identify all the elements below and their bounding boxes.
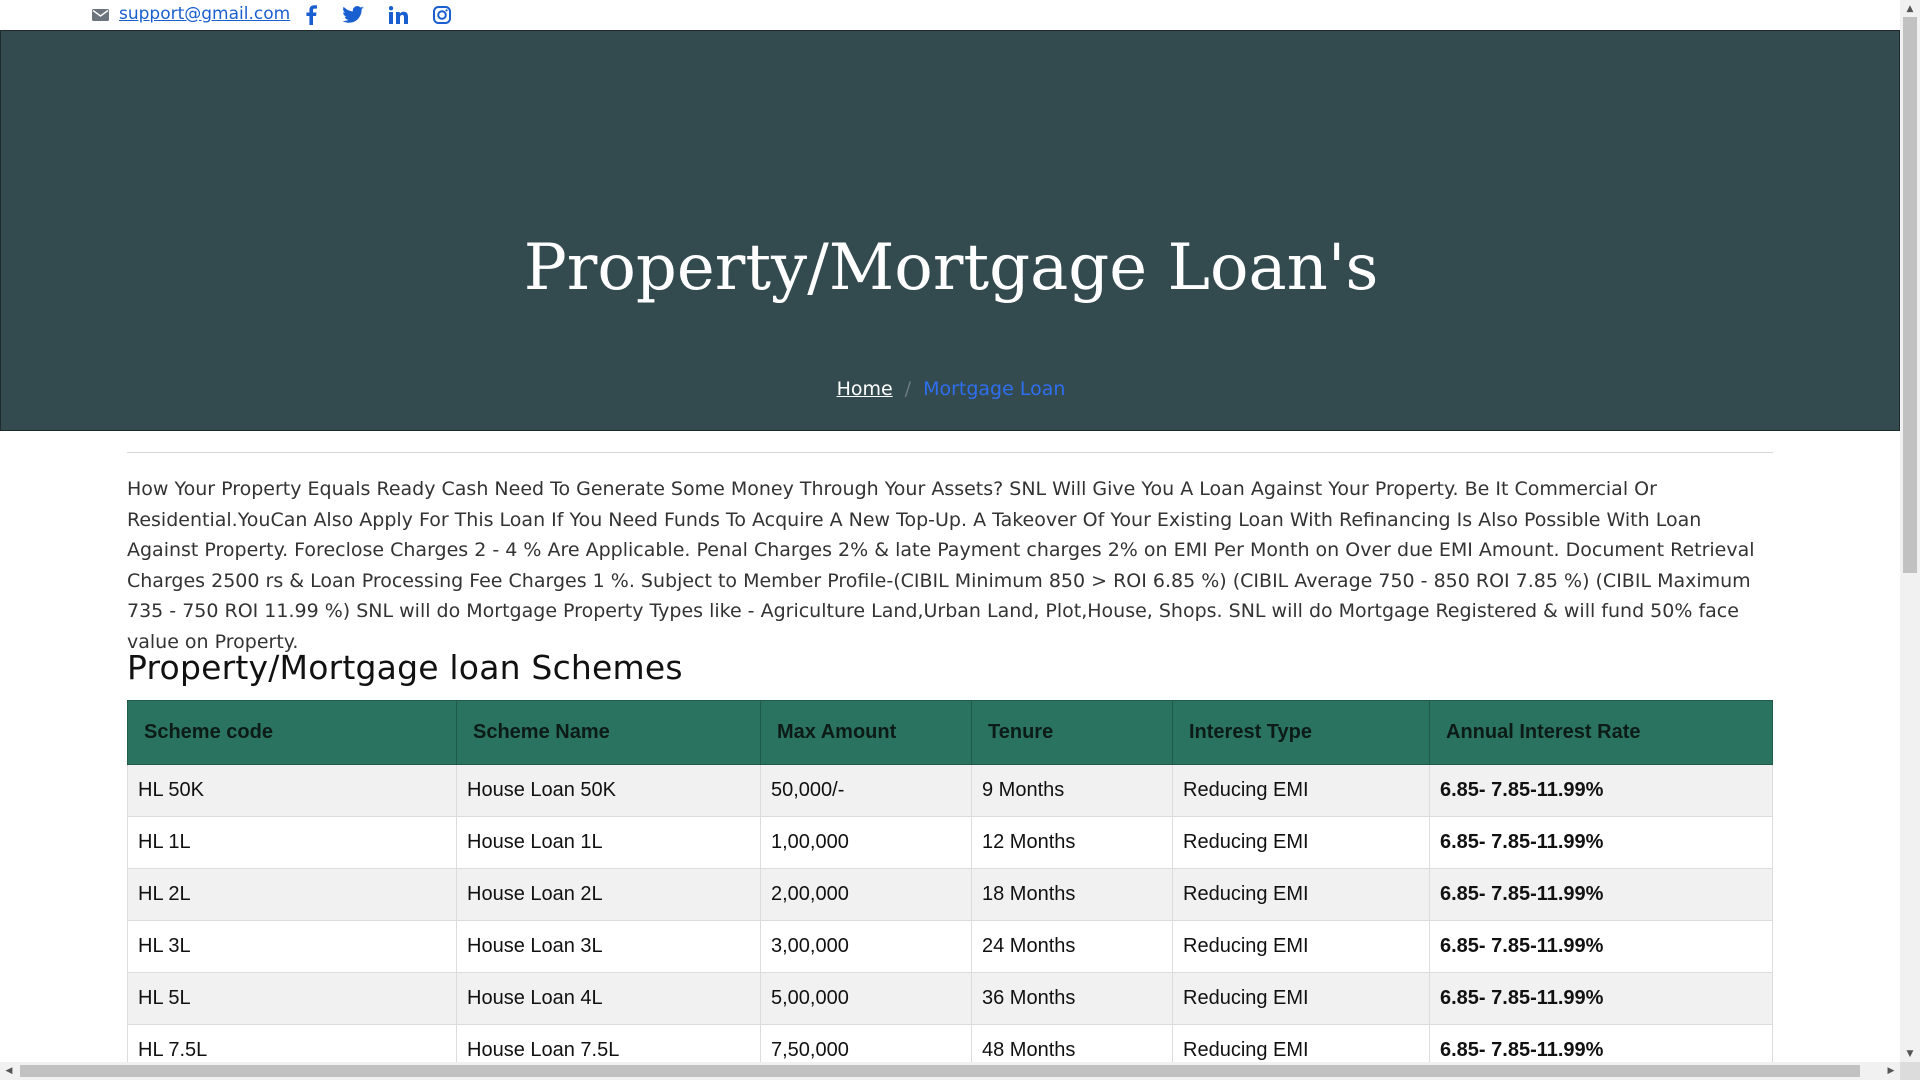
column-header-annual-interest-rate: Annual Interest Rate: [1429, 700, 1773, 765]
linkedin-icon[interactable]: [387, 4, 409, 26]
vertical-scrollbar-thumb[interactable]: [1903, 17, 1917, 573]
divider: [127, 452, 1773, 453]
cell-annual-interest-rate: 6.85- 7.85-11.99%: [1429, 816, 1773, 869]
intro-paragraph: How Your Property Equals Ready Cash Need…: [127, 478, 1755, 653]
cell-annual-interest-rate: 6.85- 7.85-11.99%: [1429, 764, 1773, 817]
column-header-scheme-name: Scheme Name: [456, 700, 761, 765]
scroll-left-arrow-icon[interactable]: ◀: [0, 1062, 18, 1080]
table-row: HL 50K House Loan 50K 50,000/- 9 Months …: [127, 764, 1773, 817]
cell-scheme-name: House Loan 4L: [456, 972, 761, 1025]
cell-interest-type: Reducing EMI: [1172, 764, 1430, 817]
cell-scheme-code: HL 1L: [127, 816, 457, 869]
twitter-icon[interactable]: [342, 4, 364, 26]
horizontal-scrollbar[interactable]: ◀ ▶: [0, 1062, 1900, 1080]
scrollbar-corner: [1900, 1062, 1920, 1080]
horizontal-scrollbar-thumb[interactable]: [20, 1065, 1860, 1077]
scroll-up-arrow-icon[interactable]: ▲: [1900, 0, 1920, 17]
cell-scheme-code: HL 5L: [127, 972, 457, 1025]
table-row: HL 3L House Loan 3L 3,00,000 24 Months R…: [127, 920, 1773, 973]
column-header-max-amount: Max Amount: [760, 700, 972, 765]
envelope-icon: [92, 9, 109, 21]
cell-scheme-name: House Loan 50K: [456, 764, 761, 817]
cell-tenure: 12 Months: [971, 816, 1173, 869]
cell-interest-type: Reducing EMI: [1172, 868, 1430, 921]
cell-tenure: 9 Months: [971, 764, 1173, 817]
cell-interest-type: Reducing EMI: [1172, 972, 1430, 1025]
column-header-interest-type: Interest Type: [1172, 700, 1430, 765]
page-title: Property/Mortgage Loan's: [523, 231, 1379, 305]
cell-annual-interest-rate: 6.85- 7.85-11.99%: [1429, 920, 1773, 973]
support-email-link[interactable]: support@gmail.com: [119, 4, 290, 24]
table-row: HL 5L House Loan 4L 5,00,000 36 Months R…: [127, 972, 1773, 1025]
cell-tenure: 18 Months: [971, 868, 1173, 921]
table-row: HL 1L House Loan 1L 1,00,000 12 Months R…: [127, 816, 1773, 869]
cell-scheme-code: HL 2L: [127, 868, 457, 921]
cell-max-amount: 1,00,000: [760, 816, 972, 869]
vertical-scrollbar[interactable]: ▲ ▼: [1900, 0, 1920, 1062]
cell-scheme-name: House Loan 1L: [456, 816, 761, 869]
top-contact-bar: support@gmail.com: [0, 0, 1900, 30]
column-header-scheme-code: Scheme code: [127, 700, 457, 765]
breadcrumb-separator: /: [904, 378, 912, 400]
table-header-row: Scheme code Scheme Name Max Amount Tenur…: [127, 700, 1773, 765]
cell-scheme-code: HL 3L: [127, 920, 457, 973]
breadcrumb-current: Mortgage Loan: [923, 378, 1066, 400]
schemes-heading: Property/Mortgage loan Schemes: [127, 648, 683, 687]
cell-scheme-code: HL 50K: [127, 764, 457, 817]
cell-interest-type: Reducing EMI: [1172, 816, 1430, 869]
instagram-icon[interactable]: [431, 4, 453, 26]
scroll-down-arrow-icon[interactable]: ▼: [1900, 1045, 1920, 1062]
cell-annual-interest-rate: 6.85- 7.85-11.99%: [1429, 972, 1773, 1025]
cell-scheme-name: House Loan 3L: [456, 920, 761, 973]
cell-max-amount: 3,00,000: [760, 920, 972, 973]
hero-banner: Property/Mortgage Loan's Home / Mortgage L…: [0, 30, 1900, 431]
facebook-icon[interactable]: [300, 4, 322, 26]
cell-tenure: 24 Months: [971, 920, 1173, 973]
scroll-right-arrow-icon[interactable]: ▶: [1882, 1062, 1900, 1080]
cell-annual-interest-rate: 6.85- 7.85-11.99%: [1429, 868, 1773, 921]
cell-max-amount: 2,00,000: [760, 868, 972, 921]
cell-interest-type: Reducing EMI: [1172, 920, 1430, 973]
column-header-tenure: Tenure: [971, 700, 1173, 765]
cell-tenure: 36 Months: [971, 972, 1173, 1025]
cell-max-amount: 50,000/-: [760, 764, 972, 817]
table-row: HL 2L House Loan 2L 2,00,000 18 Months R…: [127, 868, 1773, 921]
cell-scheme-name: House Loan 2L: [456, 868, 761, 921]
schemes-table: Scheme code Scheme Name Max Amount Tenur…: [127, 700, 1773, 1077]
breadcrumb: Home / Mortgage Loan: [1, 378, 1901, 400]
cell-max-amount: 5,00,000: [760, 972, 972, 1025]
breadcrumb-home-link[interactable]: Home: [837, 378, 893, 400]
